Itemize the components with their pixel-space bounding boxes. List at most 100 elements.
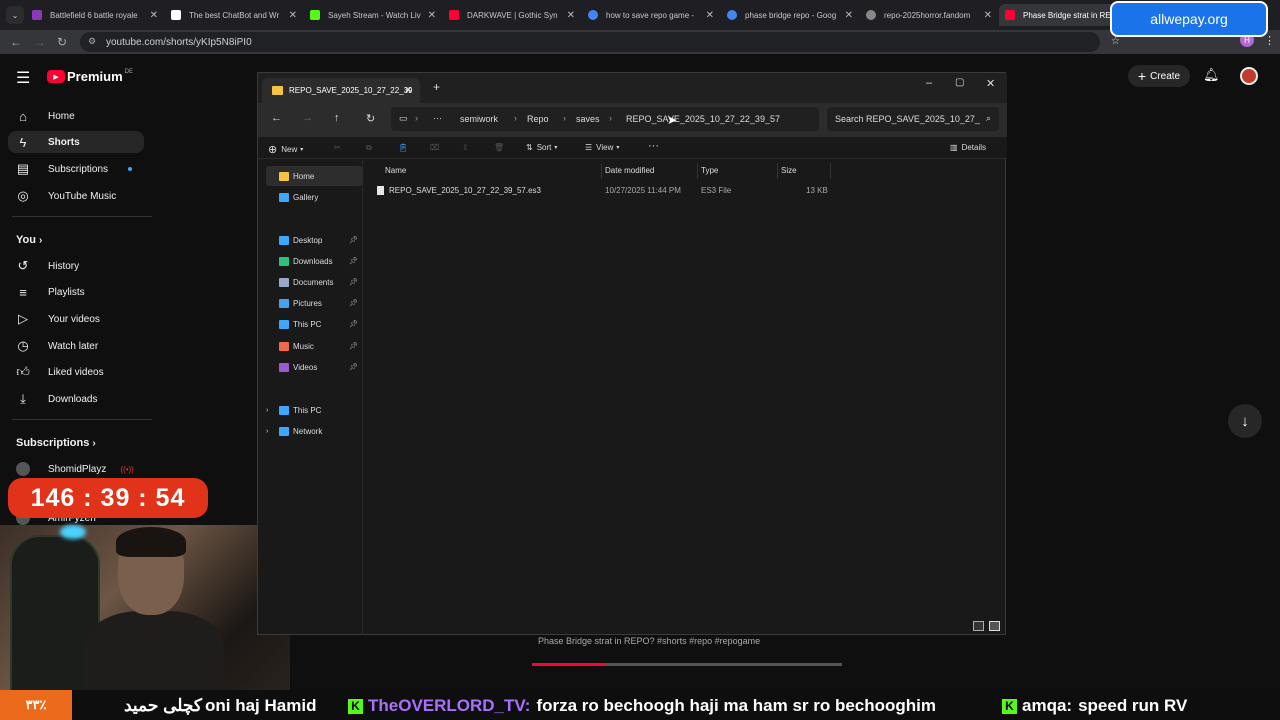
breadcrumb-item[interactable]: saves: [576, 114, 600, 124]
close-window-icon[interactable]: ✕: [986, 77, 995, 90]
close-tab-icon[interactable]: ✕: [404, 85, 412, 96]
short-caption[interactable]: Phase Bridge strat in REPO? #shorts #rep…: [538, 636, 760, 646]
sidebar-item-history[interactable]: ↺ History: [16, 255, 80, 277]
menu-kebab-icon[interactable]: ⋮: [1264, 34, 1275, 47]
sort-button[interactable]: ⇅ Sort ▾: [526, 143, 557, 152]
column-divider[interactable]: [777, 163, 778, 179]
notifications-bell-icon[interactable]: 🔔︎: [1203, 67, 1220, 83]
subscriptions-heading[interactable]: Subscriptions ›: [16, 437, 96, 449]
sidebar-item-liked-videos[interactable]: 👍︎ Liked videos: [16, 361, 103, 383]
chevron-right-icon[interactable]: ›: [266, 428, 268, 435]
sidebar-item-watch-later[interactable]: ◷ Watch later: [16, 335, 98, 357]
sidebar-item-your-videos[interactable]: ▷ Your videos: [16, 308, 100, 330]
up-icon[interactable]: ↑: [334, 112, 340, 124]
nav-item-gallery[interactable]: Gallery: [266, 187, 362, 207]
nav-item-this-pc[interactable]: › This PC: [266, 400, 362, 420]
minimize-icon[interactable]: –: [926, 77, 932, 89]
you-section-heading[interactable]: You ›: [16, 234, 42, 246]
overflow-icon[interactable]: ···: [433, 113, 442, 123]
nav-item-music[interactable]: Music 📌︎: [266, 336, 362, 356]
address-bar[interactable]: ⚙ youtube.com/shorts/yKIp5N8iPI0 ☆: [80, 32, 1120, 52]
rename-icon[interactable]: ⌧: [430, 143, 439, 152]
close-tab-icon[interactable]: ✕: [289, 10, 297, 21]
column-header-date[interactable]: Date modified: [605, 166, 654, 175]
breadcrumb-item[interactable]: semiwork: [460, 114, 498, 124]
column-header-type[interactable]: Type: [701, 166, 718, 175]
account-avatar[interactable]: [1240, 67, 1258, 85]
sidebar-item-label: Downloads: [48, 393, 98, 405]
nav-item-home[interactable]: Home: [266, 166, 362, 186]
youtube-logo[interactable]: ▶ Premium DE: [47, 69, 133, 84]
search-box[interactable]: Search REPO_SAVE_2025_10_27_ ⌕: [827, 107, 999, 131]
sidebar-item-shorts[interactable]: ϟ Shorts: [8, 131, 144, 153]
browser-tab[interactable]: how to save repo game - ✕: [582, 4, 720, 26]
back-icon[interactable]: ←: [271, 112, 282, 124]
column-divider[interactable]: [697, 163, 698, 179]
breadcrumb[interactable]: ▭ › ··· semiwork › Repo › saves › REPO_S…: [391, 107, 819, 131]
close-tab-icon[interactable]: ✕: [984, 10, 992, 21]
forward-icon[interactable]: →: [302, 112, 313, 124]
browser-tab[interactable]: The best ChatBot and Wr ✕: [165, 4, 303, 26]
video-progress-bar[interactable]: [532, 663, 842, 666]
column-divider[interactable]: [830, 163, 831, 179]
browser-tab[interactable]: DARKWAVE | Gothic Syn ✕: [443, 4, 581, 26]
see-more-button[interactable]: ···: [648, 140, 659, 152]
close-tab-icon[interactable]: ✕: [706, 10, 714, 21]
close-tab-icon[interactable]: ✕: [567, 10, 575, 21]
downloads-icon: [279, 256, 289, 266]
browser-tab[interactable]: phase bridge repo - Goog ✕: [721, 4, 859, 26]
breadcrumb-item[interactable]: REPO_SAVE_2025_10_27_22_39_57: [626, 114, 780, 124]
next-short-button[interactable]: ↓: [1228, 404, 1262, 438]
maximize-icon[interactable]: ▢: [955, 77, 964, 88]
nav-item-desktop[interactable]: Desktop 📌︎: [266, 230, 362, 250]
view-button[interactable]: ☰ View ▾: [585, 143, 619, 152]
cut-icon[interactable]: ✂: [334, 143, 341, 152]
browser-tab[interactable]: repo-2025horror.fandom ✕: [860, 4, 998, 26]
close-tab-icon[interactable]: ✕: [150, 10, 158, 21]
explorer-tab[interactable]: REPO_SAVE_2025_10_27_22_39 ✕: [262, 78, 420, 103]
refresh-icon[interactable]: ↻: [366, 112, 375, 125]
nav-item-network[interactable]: › Network: [266, 421, 362, 441]
browser-tab[interactable]: Sayeh Stream - Watch Liv ✕: [304, 4, 442, 26]
site-info-icon[interactable]: ⚙: [88, 36, 96, 47]
back-icon[interactable]: ←: [10, 35, 22, 49]
nav-item-videos[interactable]: Videos 📌︎: [266, 357, 362, 377]
column-header-name[interactable]: Name: [385, 166, 406, 175]
hamburger-menu-icon[interactable]: ☰: [16, 68, 30, 88]
tab-favicon-icon: [449, 10, 459, 20]
create-button[interactable]: + Create: [1128, 65, 1190, 87]
close-tab-icon[interactable]: ✕: [845, 10, 853, 21]
share-icon[interactable]: ⇪: [462, 143, 469, 152]
chevron-right-icon[interactable]: ›: [266, 407, 268, 414]
sidebar-item-home[interactable]: ⌂ Home: [16, 105, 75, 127]
column-divider[interactable]: [601, 163, 602, 179]
nav-item-downloads[interactable]: Downloads 📌︎: [266, 251, 362, 271]
column-header-size[interactable]: Size: [781, 166, 797, 175]
bookmark-star-icon[interactable]: ☆: [1111, 36, 1120, 47]
delete-icon[interactable]: 🗑︎: [494, 143, 504, 152]
computer-icon: [279, 319, 289, 329]
paste-icon[interactable]: 📋︎: [398, 143, 408, 152]
sidebar-item-downloads[interactable]: ⤓ Downloads: [16, 388, 97, 410]
breadcrumb-item[interactable]: Repo: [527, 114, 549, 124]
sidebar-item-subscriptions[interactable]: ▤ Subscriptions: [16, 158, 132, 180]
subscription-channel[interactable]: ShomidPlayz ((•)): [16, 458, 134, 480]
sidebar-item-playlists[interactable]: ≡ Playlists: [16, 281, 84, 303]
forward-icon[interactable]: →: [34, 35, 46, 49]
tiles-view-icon[interactable]: [989, 621, 1000, 631]
browser-tab[interactable]: Battlefield 6 battle royale ✕: [26, 4, 164, 26]
close-tab-icon[interactable]: ✕: [428, 10, 436, 21]
file-row[interactable]: REPO_SAVE_2025_10_27_22_39_57.es3 10/27/…: [368, 182, 838, 199]
new-button[interactable]: ⊕ New ▾: [268, 143, 303, 156]
new-tab-icon[interactable]: +: [433, 80, 440, 94]
details-view-icon[interactable]: [973, 621, 984, 631]
nav-item-this-pc-pinned[interactable]: This PC 📌︎: [266, 314, 362, 334]
nav-item-documents[interactable]: Documents 📌︎: [266, 272, 362, 292]
sidebar-item-youtube-music[interactable]: ◎ YouTube Music: [16, 185, 116, 207]
reload-icon[interactable]: ↻: [57, 35, 67, 49]
nav-item-pictures[interactable]: Pictures 📌︎: [266, 293, 362, 313]
details-button[interactable]: ▥ Details: [950, 143, 986, 152]
tab-search-button[interactable]: ⌄: [6, 6, 24, 24]
videos-icon: [279, 362, 289, 372]
copy-icon[interactable]: ⧉: [366, 143, 372, 153]
